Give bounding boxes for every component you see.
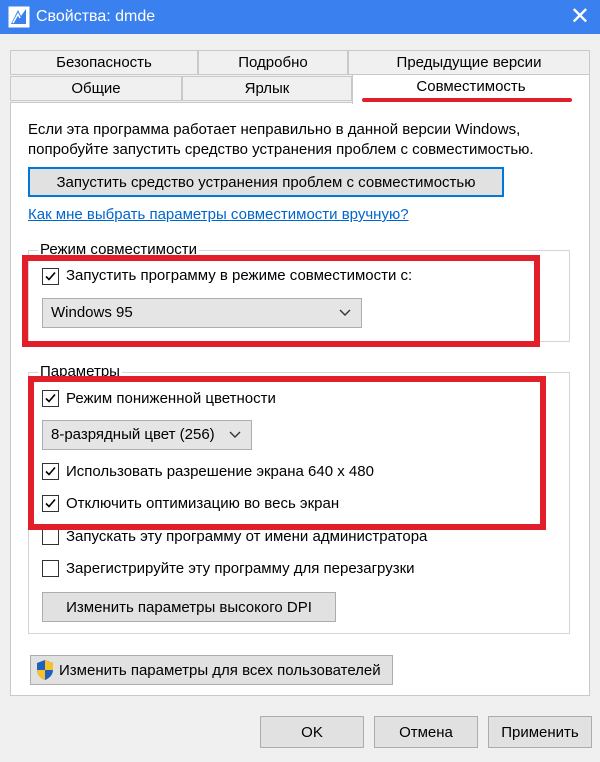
uac-shield-icon — [35, 659, 55, 681]
title-bar: Свойства: dmde ✕ — [0, 0, 600, 34]
register-restart-label: Зарегистрируйте эту программу для переза… — [66, 560, 415, 577]
tab-previous-versions[interactable]: Предыдущие версии — [348, 50, 590, 75]
manual-settings-link[interactable]: Как мне выбрать параметры совместимости … — [28, 206, 409, 223]
tab-shortcut[interactable]: Ярлык — [182, 76, 352, 101]
close-button[interactable]: ✕ — [570, 2, 590, 32]
ok-button[interactable]: OK — [260, 716, 364, 748]
run-as-admin-label: Запускать эту программу от имени админис… — [66, 528, 428, 545]
intro-line-2: попробуйте запустить средство устранения… — [28, 141, 534, 158]
intro-line-1: Если эта программа работает неправильно … — [28, 121, 521, 138]
apply-button[interactable]: Применить — [488, 716, 592, 748]
register-restart-checkbox[interactable] — [42, 560, 59, 577]
high-dpi-button[interactable]: Изменить параметры высокого DPI — [42, 592, 336, 622]
run-as-admin-checkbox[interactable] — [42, 528, 59, 545]
tab-security[interactable]: Безопасность — [10, 50, 198, 75]
app-icon — [8, 6, 30, 28]
tab-general[interactable]: Общие — [10, 76, 182, 101]
active-tab-highlight — [362, 98, 572, 102]
troubleshoot-button[interactable]: Запустить средство устранения проблем с … — [28, 167, 504, 197]
cancel-button[interactable]: Отмена — [374, 716, 478, 748]
highlight-parameters — [28, 376, 546, 530]
tab-details[interactable]: Подробно — [198, 50, 348, 75]
highlight-compat-mode — [22, 255, 540, 347]
window-title: Свойства: dmde — [36, 8, 156, 25]
all-users-settings-button[interactable]: Изменить параметры для всех пользователе… — [30, 655, 393, 685]
